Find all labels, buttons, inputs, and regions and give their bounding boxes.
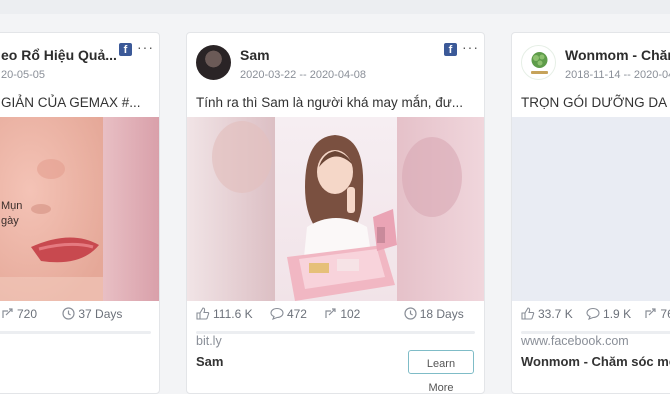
duration-value: 37 Days (78, 307, 123, 321)
ad-stats: 111.6 K 472 102 18 Days (196, 307, 464, 321)
comments-count: 472 (286, 307, 307, 321)
ad-image[interactable] (0, 117, 159, 301)
shares-stat: 76 (644, 307, 670, 321)
comment-icon (270, 307, 284, 320)
ad-card[interactable]: eo Rổ Hiệu Quả... 20-05-05 f ··· GIẢN CỦ… (0, 32, 160, 394)
likes-count: 111.6 K (213, 307, 253, 321)
image-overlay-text: Mụn gày (1, 199, 22, 229)
ad-page-name[interactable]: Wonmom - Chăm sóc mẹ (521, 354, 670, 369)
shares-count: 76 (660, 307, 670, 321)
ad-date-range: 2020-03-22 -- 2020-04-08 (240, 69, 366, 81)
ad-date-range: 20-05-05 (1, 69, 46, 81)
share-icon (645, 308, 657, 318)
duration-stat: 18 Days (404, 307, 464, 321)
comments-stat: 472 (270, 307, 307, 321)
shares-stat: 102 (324, 307, 360, 321)
duration-value: 18 Days (419, 307, 464, 321)
more-options-icon[interactable]: ··· (462, 39, 479, 55)
comments-count: 1.9 K (603, 307, 632, 321)
page-name[interactable]: Sam (240, 47, 270, 63)
overlay-line: gày (1, 215, 19, 227)
ad-image[interactable] (187, 117, 484, 301)
likes-stat: 33.7 K (521, 307, 573, 321)
shares-count: 102 (340, 307, 361, 321)
wonmom-logo (531, 52, 548, 74)
avatar[interactable] (196, 45, 231, 80)
overlay-line: Mụn (1, 200, 23, 212)
ad-title[interactable]: eo Rổ Hiệu Quả... (1, 47, 117, 63)
ad-image[interactable] (512, 117, 670, 301)
thumbs-up-icon (521, 307, 535, 320)
duration-stat: 37 Days (62, 307, 122, 321)
ad-caption: GIẢN CỦA GEMAX #... (1, 95, 141, 110)
ad-caption: Tính ra thì Sam là người khá may mắn, đư… (196, 95, 464, 110)
card-divider (196, 331, 475, 334)
comment-icon (586, 307, 600, 320)
page-name[interactable]: Wonmom - Chăm (565, 47, 670, 63)
likes-stat: 111.6 K (196, 307, 253, 321)
thumbs-up-icon (196, 307, 210, 320)
shares-count: 720 (17, 307, 38, 321)
ad-page-name[interactable]: Sam (196, 354, 223, 369)
learn-more-button[interactable]: Learn More (408, 350, 474, 393)
ad-date-range: 2018-11-14 -- 2020-04 (565, 69, 670, 81)
facebook-icon: f (119, 43, 132, 56)
clock-icon (404, 307, 417, 320)
share-icon (325, 308, 336, 318)
ad-stats: 720 37 Days (1, 307, 122, 321)
ad-link[interactable]: bit.ly (196, 334, 222, 348)
comments-stat: 1.9 K (586, 307, 631, 321)
share-icon (2, 308, 13, 318)
ad-card[interactable]: Sam 2020-03-22 -- 2020-04-08 f ··· Tính … (186, 32, 485, 394)
top-bar (0, 0, 670, 14)
ad-stats: 33.7 K 1.9 K 76 (521, 307, 670, 321)
avatar[interactable] (521, 45, 556, 80)
facebook-icon: f (444, 43, 457, 56)
ad-caption: TRỌN GÓI DƯỠNG DA CH (521, 95, 670, 110)
more-options-icon[interactable]: ··· (137, 39, 154, 55)
card-divider (0, 331, 151, 334)
ad-link[interactable]: www.facebook.com (521, 334, 629, 348)
likes-count: 33.7 K (538, 307, 573, 321)
clock-icon (62, 307, 75, 320)
ad-card[interactable]: Wonmom - Chăm 2018-11-14 -- 2020-04 TRỌN… (511, 32, 670, 394)
shares-stat: 720 (1, 307, 37, 321)
